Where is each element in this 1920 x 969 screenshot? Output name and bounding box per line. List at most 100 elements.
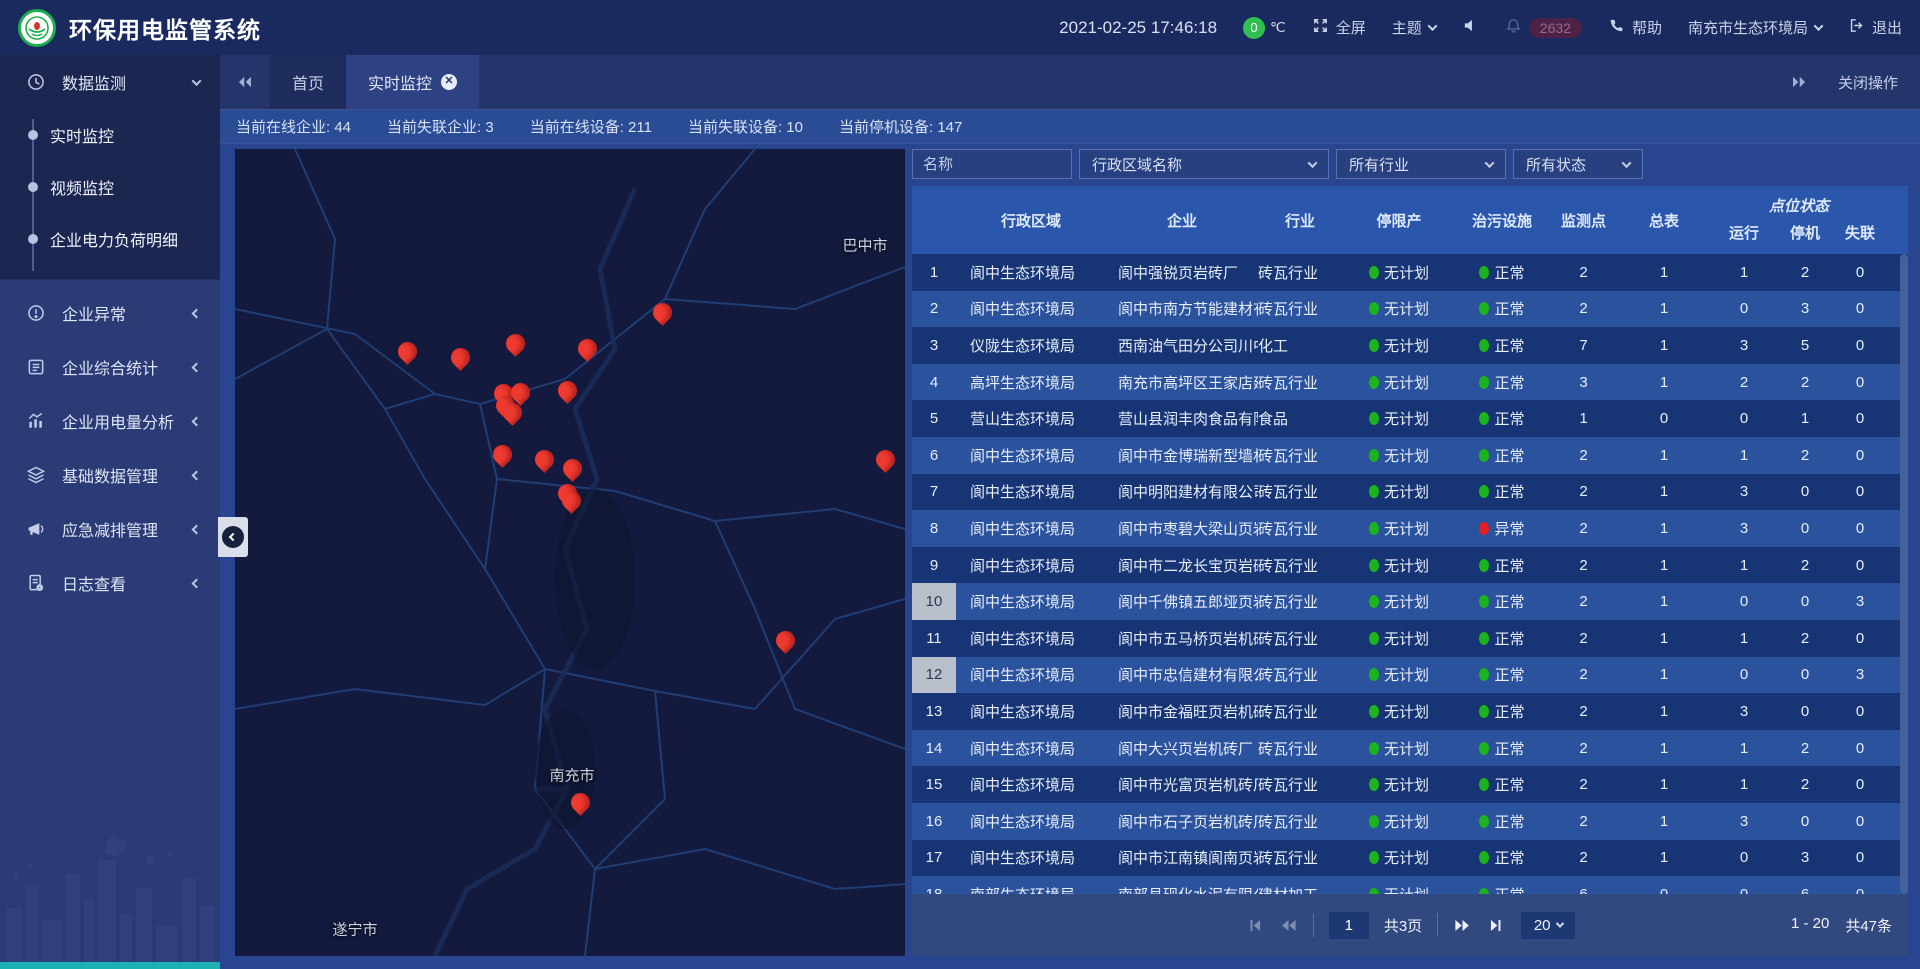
table-row[interactable]: 2阆中生态环境局阆中市南方节能建材有砖瓦行业无计划正常21030 [912,291,1908,328]
table-row[interactable]: 6阆中生态环境局阆中市金博瑞新型墙材砖瓦行业无计划正常21120 [912,437,1908,474]
cell-index: 6 [912,447,956,464]
table-row[interactable]: 18南部生态环境局南部县砚化水泥有限公建材加工无计划正常60060 [912,876,1908,894]
close-operations-button[interactable]: 关闭操作 [1838,72,1898,93]
cell-monitor-points: 2 [1548,447,1619,464]
sidebar-group-enterprise-statistics[interactable]: 企业综合统计 [0,340,220,394]
tab-home[interactable]: 首页 [270,55,346,109]
theme-dropdown[interactable]: 主题 [1392,17,1436,38]
status-dot-green [1369,522,1379,535]
cell-stop-production: 无计划 [1342,738,1456,759]
cell-halted: 2 [1779,447,1831,464]
cell-monitor-points: 3 [1548,374,1619,391]
cell-halted: 0 [1779,483,1831,500]
cell-total-meter: 1 [1619,557,1709,574]
table-row[interactable]: 11阆中生态环境局阆中市五马桥页岩机砖砖瓦行业无计划正常21120 [912,620,1908,657]
table-row[interactable]: 3仪陇生态环境局西南油气田分公司川中化工无计划正常71350 [912,327,1908,364]
sidebar-group-power-analysis[interactable]: 企业用电量分析 [0,394,220,448]
sidebar-group-emergency-reduction[interactable]: 应急减排管理 [0,502,220,556]
chart-icon [26,411,46,431]
prev-page-button[interactable] [1279,916,1298,935]
sidebar-group-basic-data[interactable]: 基础数据管理 [0,448,220,502]
sidebar-group-label: 企业综合统计 [62,355,158,379]
table-row[interactable]: 14阆中生态环境局阆中大兴页岩机砖厂砖瓦行业无计划正常21120 [912,730,1908,767]
page-number-input[interactable]: 1 [1329,912,1369,939]
cell-lost: 0 [1831,849,1889,866]
table-row[interactable]: 1阆中生态环境局阆中强锐页岩砖厂砖瓦行业无计划正常21120 [912,254,1908,291]
name-filter-input[interactable] [912,149,1072,179]
cell-halted: 2 [1779,264,1831,281]
table-row[interactable]: 7阆中生态环境局阆中明阳建材有限公司砖瓦行业无计划正常21300 [912,474,1908,511]
help-button[interactable]: 帮助 [1608,17,1662,38]
sidebar-item-video-monitor[interactable]: 视频监控 [0,161,220,213]
cell-industry: 砖瓦行业 [1258,262,1342,283]
cell-pollution-facility: 正常 [1456,372,1548,393]
logout-button[interactable]: 退出 [1848,17,1902,38]
cell-total-meter: 1 [1619,630,1709,647]
page-size-select[interactable]: 20 [1521,912,1575,939]
cell-company: 阆中市五马桥页岩机砖 [1106,628,1258,649]
tab-realtime-monitor[interactable]: 实时监控 ✕ [346,55,479,109]
next-page-button[interactable] [1453,916,1472,935]
map-panel[interactable]: 巴中市南充市遂宁市 [235,149,905,956]
temperature: 0 ℃ [1243,17,1286,39]
status-dot-green [1369,412,1379,425]
status-item: 当前失联企业: 3 [387,116,494,137]
status-dot-green [1369,266,1379,279]
cell-region: 营山生态环境局 [956,408,1106,429]
status-dot-green [1369,376,1379,389]
cell-index: 12 [912,657,956,694]
status-dot-green [1479,559,1489,572]
status-dot-green [1369,449,1379,462]
table-row[interactable]: 10阆中生态环境局阆中千佛镇五郎垭页岩砖瓦行业无计划正常21003 [912,583,1908,620]
last-page-button[interactable] [1487,916,1506,935]
sidebar-group-header-data-monitoring[interactable]: 数据监测 [0,55,220,109]
total-pages-label: 共3页 [1384,915,1422,936]
table-row[interactable]: 8阆中生态环境局阆中市枣碧大梁山页岩砖瓦行业无计划异常21300 [912,510,1908,547]
sidebar-item-realtime-monitor[interactable]: 实时监控 [0,109,220,161]
cell-industry: 砖瓦行业 [1258,372,1342,393]
first-page-button[interactable] [1245,916,1264,935]
cell-company: 阆中明阳建材有限公司 [1106,481,1258,502]
table-row[interactable]: 5营山生态环境局营山县润丰肉食品有限食品无计划正常10010 [912,400,1908,437]
status-filter-select[interactable]: 所有状态 [1513,149,1643,179]
cell-total-meter: 1 [1619,483,1709,500]
table-row[interactable]: 12阆中生态环境局阆中市忠信建材有限公砖瓦行业无计划正常21003 [912,657,1908,694]
cell-region: 阆中生态环境局 [956,445,1106,466]
cell-pollution-facility: 正常 [1456,298,1548,319]
cell-monitor-points: 2 [1548,593,1619,610]
cell-company: 南充市高坪区王家店建 [1106,372,1258,393]
sidebar-collapse-button[interactable] [218,517,248,557]
table-row[interactable]: 16阆中生态环境局阆中市石子页岩机砖厂砖瓦行业无计划正常21300 [912,803,1908,840]
region-filter-select[interactable]: 行政区域名称 [1079,149,1329,179]
chevron-down-icon [1485,158,1495,168]
cell-pollution-facility: 正常 [1456,335,1548,356]
cell-region: 阆中生态环境局 [956,591,1106,612]
cell-lost: 0 [1831,740,1889,757]
table-scrollbar[interactable] [1900,254,1908,894]
tabs-scroll-right-button[interactable] [1790,73,1808,91]
cell-stop-production: 无计划 [1342,481,1456,502]
status-item: 当前在线企业: 44 [236,116,351,137]
org-dropdown[interactable]: 南充市生态环境局 [1688,17,1822,38]
sidebar-group-enterprise-abnormal[interactable]: 企业异常 [0,286,220,340]
cell-monitor-points: 2 [1548,776,1619,793]
app-logo-icon [18,9,56,47]
table-row[interactable]: 17阆中生态环境局阆中市江南镇阆南页岩砖瓦行业无计划正常21030 [912,840,1908,877]
table-row[interactable]: 9阆中生态环境局阆中市二龙长宝页岩砖砖瓦行业无计划正常21120 [912,547,1908,584]
cell-stop-production: 无计划 [1342,884,1456,894]
map-roads [235,149,905,956]
sidebar-item-power-load-detail[interactable]: 企业电力负荷明细 [0,213,220,265]
mute-button[interactable] [1462,17,1479,38]
tabs-scroll-left-button[interactable] [220,55,270,109]
industry-filter-select[interactable]: 所有行业 [1336,149,1506,179]
fullscreen-button[interactable]: 全屏 [1312,17,1366,38]
table-row[interactable]: 13阆中生态环境局阆中市金福旺页岩机砖砖瓦行业无计划正常21300 [912,693,1908,730]
table-row[interactable]: 15阆中生态环境局阆中市光富页岩机砖厂砖瓦行业无计划正常21120 [912,766,1908,803]
sidebar-group-log-view[interactable]: 日志查看 [0,556,220,610]
pager-divider [1437,913,1438,937]
notifications[interactable]: 2632 [1505,17,1582,38]
cell-industry: 砖瓦行业 [1258,298,1342,319]
cell-total-meter: 1 [1619,374,1709,391]
table-row[interactable]: 4高坪生态环境局南充市高坪区王家店建砖瓦行业无计划正常31220 [912,364,1908,401]
close-icon[interactable]: ✕ [441,74,457,90]
